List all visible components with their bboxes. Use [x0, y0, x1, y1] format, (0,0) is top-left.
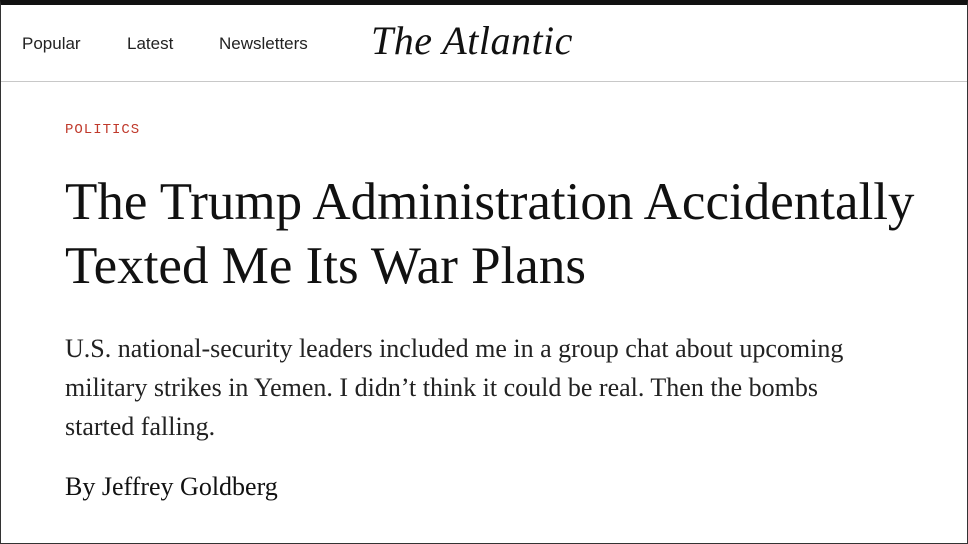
article-byline: By Jeffrey Goldberg [65, 472, 278, 501]
nav-popular-link[interactable]: Popular [22, 34, 81, 54]
nav-latest-link[interactable]: Latest [127, 34, 173, 54]
top-navigation: Popular Latest Newsletters The Atlantic [1, 5, 967, 82]
article-headline: The Trump Administration Accidentally Te… [65, 173, 915, 295]
page-frame: Popular Latest Newsletters The Atlantic … [0, 0, 968, 544]
article-dek: U.S. national-security leaders included … [65, 334, 844, 441]
site-logo[interactable]: The Atlantic [371, 17, 573, 64]
nav-newsletters-link[interactable]: Newsletters [219, 34, 308, 54]
section-label[interactable]: POLITICS [65, 122, 140, 138]
